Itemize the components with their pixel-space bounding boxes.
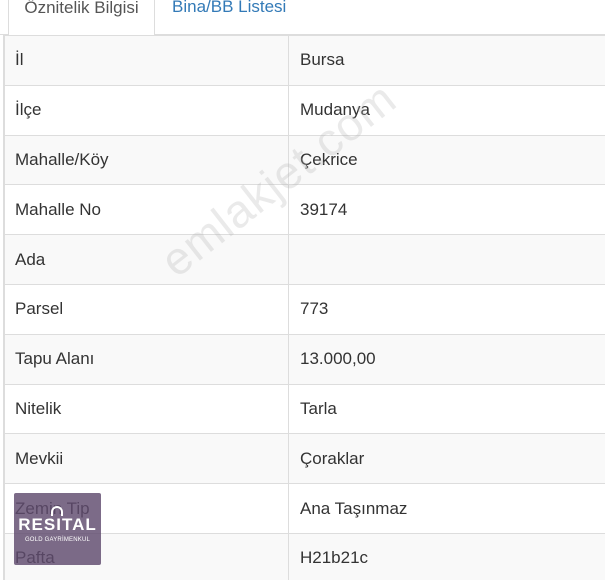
attribute-info-panel: Öznitelik Bilgisi Bina/BB Listesi İl Bur… — [0, 0, 605, 580]
company-logo: RESITAL GOLD GAYRİMENKUL — [14, 493, 101, 565]
row-label: Ada — [4, 234, 289, 285]
table-row: İl Bursa — [4, 35, 605, 86]
logo-sub-text: GOLD GAYRİMENKUL — [24, 537, 91, 543]
row-value: Mudanya — [288, 84, 605, 136]
row-label: İl — [4, 35, 289, 86]
row-label: Parsel — [4, 283, 289, 335]
table-row: İlçe Mudanya — [4, 84, 605, 136]
row-value: Çekrice — [288, 134, 605, 186]
table-row: Mahalle No 39174 — [4, 184, 605, 236]
row-label: Mevkii — [4, 433, 289, 485]
row-value: Ana Taşınmaz — [288, 483, 605, 534]
row-value: Tarla — [288, 383, 605, 435]
row-value — [288, 234, 605, 285]
table-row: Parsel 773 — [4, 283, 605, 335]
table-row: Nitelik Tarla — [4, 383, 605, 435]
tab-building-list[interactable]: Bina/BB Listesi — [158, 0, 300, 36]
table-row: Ada — [4, 234, 605, 285]
row-value: Çoraklar — [288, 433, 605, 485]
row-label: Tapu Alanı — [4, 333, 289, 385]
tab-bar: Öznitelik Bilgisi Bina/BB Listesi — [0, 0, 605, 36]
row-value: 773 — [288, 283, 605, 335]
row-label: Mahalle No — [4, 184, 289, 236]
row-value: 39174 — [288, 184, 605, 236]
table-row: Tapu Alanı 13.000,00 — [4, 333, 605, 385]
row-value: 13.000,00 — [288, 333, 605, 385]
row-value: Bursa — [288, 35, 605, 86]
row-label: Mahalle/Köy — [4, 134, 289, 186]
tab-attribute-info[interactable]: Öznitelik Bilgisi — [8, 0, 155, 36]
row-label: Nitelik — [4, 383, 289, 435]
table-row: Mahalle/Köy Çekrice — [4, 134, 605, 186]
row-value: H21b21c — [288, 532, 605, 580]
logo-main-text: RESITAL — [18, 515, 97, 534]
row-label: İlçe — [4, 84, 289, 136]
table-row: Mevkii Çoraklar — [4, 433, 605, 485]
